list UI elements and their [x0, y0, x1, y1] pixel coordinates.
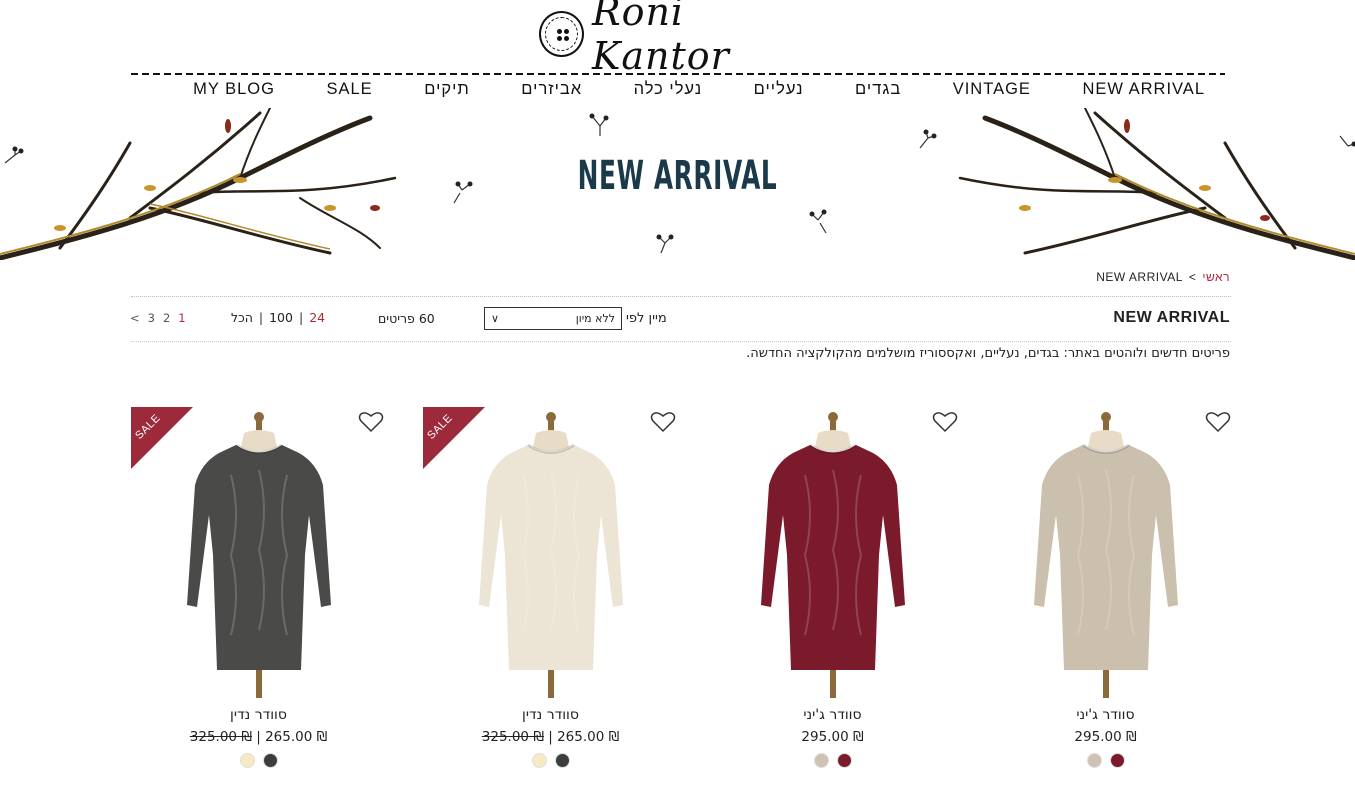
- product-card[interactable]: סוודר ג'יני ₪ 295.00: [978, 405, 1233, 775]
- color-swatch[interactable]: [1109, 753, 1125, 768]
- per-page-selector: הכל | 100 | 24: [231, 310, 325, 325]
- sale-badge: SALE: [131, 407, 193, 469]
- pagination: < 3 2 1: [130, 311, 186, 325]
- per-page-24[interactable]: 24: [309, 310, 325, 325]
- breadcrumb-separator: >: [1188, 270, 1197, 284]
- nav-item-clothing[interactable]: בגדים: [855, 80, 901, 104]
- color-swatch[interactable]: [836, 753, 852, 768]
- chevron-down-icon: ∨: [491, 312, 500, 325]
- product-current-price: ₪ 265.00: [265, 729, 328, 745]
- color-swatch[interactable]: [531, 753, 547, 768]
- breadcrumb: ראשי > NEW ARRIVAL: [1096, 270, 1230, 284]
- product-old-price: ₪ 325.00: [481, 729, 544, 745]
- color-swatch[interactable]: [262, 753, 278, 768]
- pagination-page-2[interactable]: 2: [163, 311, 170, 325]
- heart-icon[interactable]: [1205, 411, 1231, 433]
- sale-badge: SALE: [423, 407, 485, 469]
- items-count: 60 פריטים: [378, 311, 435, 326]
- pagination-prev-icon[interactable]: <: [130, 311, 140, 325]
- product-name[interactable]: סוודר ג'יני: [705, 707, 960, 723]
- sort-label: מיין לפי: [626, 311, 667, 326]
- breadcrumb-current: NEW ARRIVAL: [1096, 270, 1183, 284]
- pagination-page-3[interactable]: 3: [148, 311, 155, 325]
- heart-icon[interactable]: [932, 411, 958, 433]
- heart-icon[interactable]: [358, 411, 384, 433]
- product-price: ₪ 295.00: [801, 729, 864, 745]
- color-swatch[interactable]: [1086, 753, 1102, 768]
- category-title: NEW ARRIVAL: [1113, 309, 1230, 326]
- product-name[interactable]: סוודר נדין: [423, 707, 678, 723]
- main-nav: NEW ARRIVAL VINTAGE בגדים נעליים נעלי כל…: [131, 80, 1225, 104]
- color-swatch[interactable]: [554, 753, 570, 768]
- product-price: ₪ 265.00 | ₪ 325.00: [481, 729, 620, 745]
- banner-title: NEW ARRIVAL: [577, 153, 778, 199]
- product-card[interactable]: SALE סוודר נדין ₪ 265.00 | ₪ 325.00: [423, 405, 678, 775]
- nav-item-bags[interactable]: תיקים: [424, 80, 470, 104]
- sort-dropdown[interactable]: ללא מיון ∨: [484, 307, 622, 330]
- product-current-price: ₪ 265.00: [557, 729, 620, 745]
- nav-item-blog[interactable]: MY BLOG: [193, 80, 275, 104]
- breadcrumb-home-link[interactable]: ראשי: [1202, 270, 1230, 284]
- nav-item-shoes[interactable]: נעליים: [754, 80, 804, 104]
- color-swatches: [978, 753, 1233, 768]
- heart-icon[interactable]: [650, 411, 676, 433]
- product-price: ₪ 265.00 | ₪ 325.00: [189, 729, 328, 745]
- pagination-page-1[interactable]: 1: [178, 311, 185, 325]
- category-description: פריטים חדשים ולוהטים באתר: בגדים, נעליים…: [746, 346, 1230, 361]
- logo-text: Roni Kantor: [591, 0, 730, 78]
- product-price: ₪ 295.00: [1074, 729, 1137, 745]
- product-old-price: ₪ 325.00: [189, 729, 252, 745]
- category-banner: NEW ARRIVAL: [0, 108, 1355, 260]
- product-card[interactable]: SALE סוודר נדין ₪ 265.00 | ₪ 325.00: [131, 405, 386, 775]
- per-page-separator: |: [258, 310, 264, 325]
- nav-item-accessories[interactable]: אביזרים: [521, 80, 582, 104]
- product-image[interactable]: [978, 405, 1233, 698]
- product-image[interactable]: [705, 405, 960, 698]
- per-page-separator: |: [298, 310, 304, 325]
- color-swatches: [423, 753, 678, 768]
- nav-item-sale[interactable]: SALE: [326, 80, 372, 104]
- color-swatch[interactable]: [239, 753, 255, 768]
- color-swatches: [131, 753, 386, 768]
- nav-item-vintage[interactable]: VINTAGE: [953, 80, 1031, 104]
- product-card[interactable]: סוודר ג'יני ₪ 295.00: [705, 405, 960, 775]
- product-name[interactable]: סוודר נדין: [131, 707, 386, 723]
- button-logo-icon: [539, 11, 584, 57]
- toolbar-bottom-divider: [131, 341, 1231, 342]
- nav-item-bridal-shoes[interactable]: נעלי כלה: [634, 80, 703, 104]
- color-swatches: [705, 753, 960, 768]
- brand-logo[interactable]: Roni Kantor: [539, 0, 829, 78]
- nav-divider: [131, 73, 1225, 75]
- color-swatch[interactable]: [813, 753, 829, 768]
- toolbar-top-divider: [131, 296, 1231, 297]
- per-page-all[interactable]: הכל: [231, 310, 253, 325]
- nav-item-new-arrival[interactable]: NEW ARRIVAL: [1082, 80, 1205, 104]
- per-page-100[interactable]: 100: [269, 310, 293, 325]
- sort-dropdown-value: ללא מיון: [575, 312, 615, 325]
- product-name[interactable]: סוודר ג'יני: [978, 707, 1233, 723]
